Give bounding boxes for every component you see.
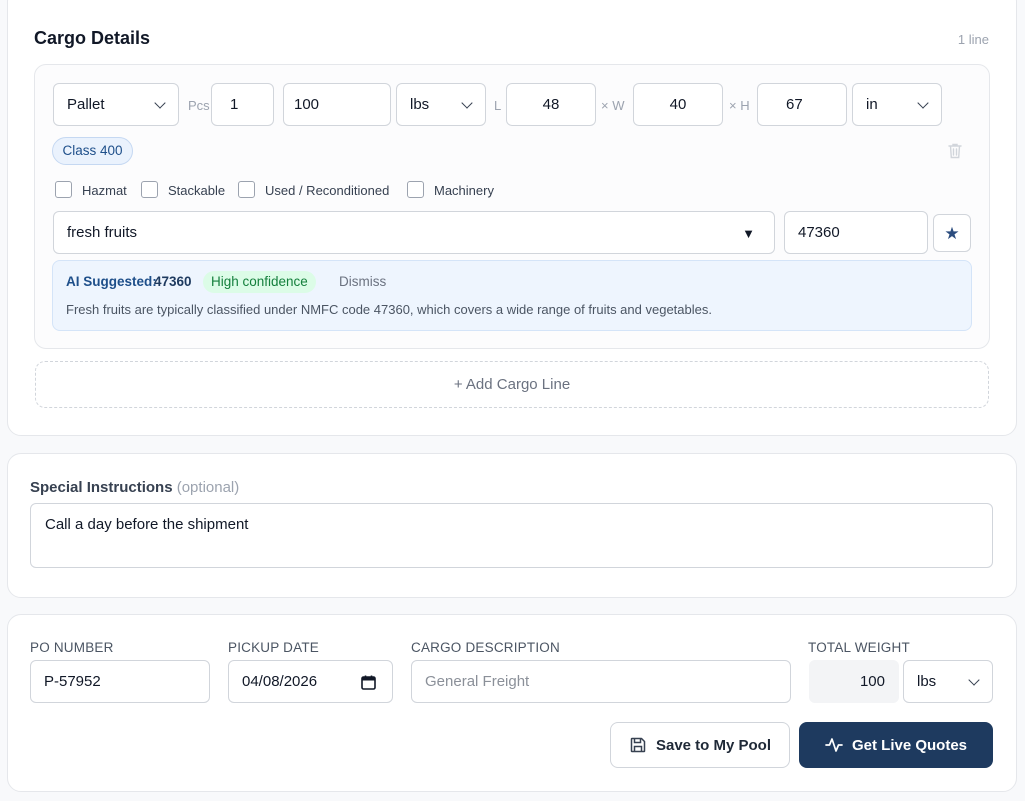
ai-suggestion-panel bbox=[52, 260, 972, 331]
caret-down-icon: ▼ bbox=[742, 226, 755, 241]
ai-suggested-code: 47360 bbox=[154, 274, 192, 289]
pcs-label: Pcs bbox=[188, 98, 210, 113]
confidence-badge: High confidence bbox=[203, 271, 316, 293]
special-instructions-textarea[interactable]: Call a day before the shipment bbox=[30, 503, 993, 568]
width-label: × W bbox=[601, 98, 625, 113]
nmfc-code-value: 47360 bbox=[798, 224, 840, 241]
dimension-unit-select[interactable]: in bbox=[852, 83, 942, 126]
width-input[interactable]: 40 bbox=[633, 83, 723, 126]
cargo-description-placeholder: General Freight bbox=[425, 673, 530, 690]
save-icon bbox=[629, 736, 647, 754]
dimension-unit-value: in bbox=[866, 96, 878, 113]
po-number-input[interactable]: P-57952 bbox=[30, 660, 210, 703]
total-weight-unit-value: lbs bbox=[917, 673, 937, 690]
save-to-pool-button[interactable]: Save to My Pool bbox=[610, 722, 790, 768]
total-weight-label: TOTAL WEIGHT bbox=[808, 640, 910, 655]
machinery-label: Machinery bbox=[434, 183, 494, 198]
hazmat-checkbox[interactable] bbox=[55, 181, 72, 198]
get-live-quotes-label: Get Live Quotes bbox=[851, 736, 968, 754]
po-number-label: PO NUMBER bbox=[30, 640, 114, 655]
pieces-value: 1 bbox=[230, 96, 239, 113]
length-input[interactable]: 48 bbox=[506, 83, 596, 126]
chevron-down-icon bbox=[968, 673, 980, 686]
used-reconditioned-label: Used / Reconditioned bbox=[265, 183, 390, 198]
cargo-details-title: Cargo Details bbox=[34, 28, 151, 48]
pieces-input[interactable]: 1 bbox=[211, 83, 274, 126]
save-to-pool-label: Save to My Pool bbox=[655, 736, 772, 754]
package-type-select[interactable]: Pallet bbox=[53, 83, 179, 126]
ai-explanation-text: Fresh fruits are typically classified un… bbox=[66, 302, 712, 317]
calendar-icon[interactable] bbox=[361, 675, 376, 694]
pickup-date-value: 04/08/2026 bbox=[242, 673, 318, 690]
length-label: L bbox=[494, 98, 502, 113]
weight-unit-select[interactable]: lbs bbox=[396, 83, 486, 126]
special-instructions-title: Special Instructions bbox=[30, 479, 173, 496]
weight-value: 100 bbox=[294, 96, 320, 113]
special-instructions-label: Special Instructions (optional) bbox=[30, 479, 239, 496]
optional-hint: (optional) bbox=[176, 479, 240, 496]
cargo-line-count: 1 line bbox=[957, 32, 989, 47]
height-input[interactable]: 67 bbox=[757, 83, 847, 126]
chevron-down-icon bbox=[461, 96, 473, 109]
stackable-checkbox[interactable] bbox=[141, 181, 158, 198]
activity-icon bbox=[825, 736, 843, 754]
total-weight-value: 100 bbox=[859, 673, 885, 690]
machinery-checkbox[interactable] bbox=[407, 181, 424, 198]
freight-class-badge: Class 400 bbox=[52, 137, 133, 165]
height-value: 67 bbox=[786, 96, 803, 113]
add-cargo-line-label: + Add Cargo Line bbox=[453, 376, 571, 393]
chevron-down-icon bbox=[917, 96, 929, 109]
trash-icon[interactable] bbox=[947, 142, 963, 160]
length-value: 48 bbox=[542, 96, 560, 113]
cargo-description-label: CARGO DESCRIPTION bbox=[411, 640, 560, 655]
width-value: 40 bbox=[669, 96, 687, 113]
star-icon: ★ bbox=[944, 223, 960, 243]
commodity-select[interactable]: fresh fruits ▼ bbox=[53, 211, 775, 254]
package-type-value: Pallet bbox=[67, 96, 105, 113]
add-cargo-line-button[interactable]: + Add Cargo Line bbox=[35, 361, 989, 408]
nmfc-code-input[interactable]: 47360 bbox=[784, 211, 928, 254]
hazmat-label: Hazmat bbox=[82, 183, 127, 198]
ai-suggestion-prefix: AI Suggested: bbox=[66, 274, 157, 289]
special-instructions-value: Call a day before the shipment bbox=[45, 516, 249, 533]
cargo-description-input[interactable]: General Freight bbox=[411, 660, 791, 703]
commodity-value: fresh fruits bbox=[67, 224, 138, 241]
po-number-value: P-57952 bbox=[44, 673, 101, 690]
dismiss-link[interactable]: Dismiss bbox=[339, 274, 386, 289]
favorite-nmfc-button[interactable]: ★ bbox=[933, 214, 971, 252]
used-reconditioned-checkbox[interactable] bbox=[238, 181, 255, 198]
weight-input[interactable]: 100 bbox=[283, 83, 391, 126]
get-live-quotes-button[interactable]: Get Live Quotes bbox=[799, 722, 993, 768]
pickup-date-input[interactable]: 04/08/2026 bbox=[228, 660, 393, 703]
total-weight-unit-select[interactable]: lbs bbox=[903, 660, 993, 703]
chevron-down-icon bbox=[154, 96, 166, 109]
pickup-date-label: PICKUP DATE bbox=[228, 640, 319, 655]
weight-unit-value: lbs bbox=[410, 96, 430, 113]
stackable-label: Stackable bbox=[168, 183, 226, 198]
total-weight-readonly: 100 bbox=[809, 660, 899, 703]
height-label: × H bbox=[729, 98, 750, 113]
